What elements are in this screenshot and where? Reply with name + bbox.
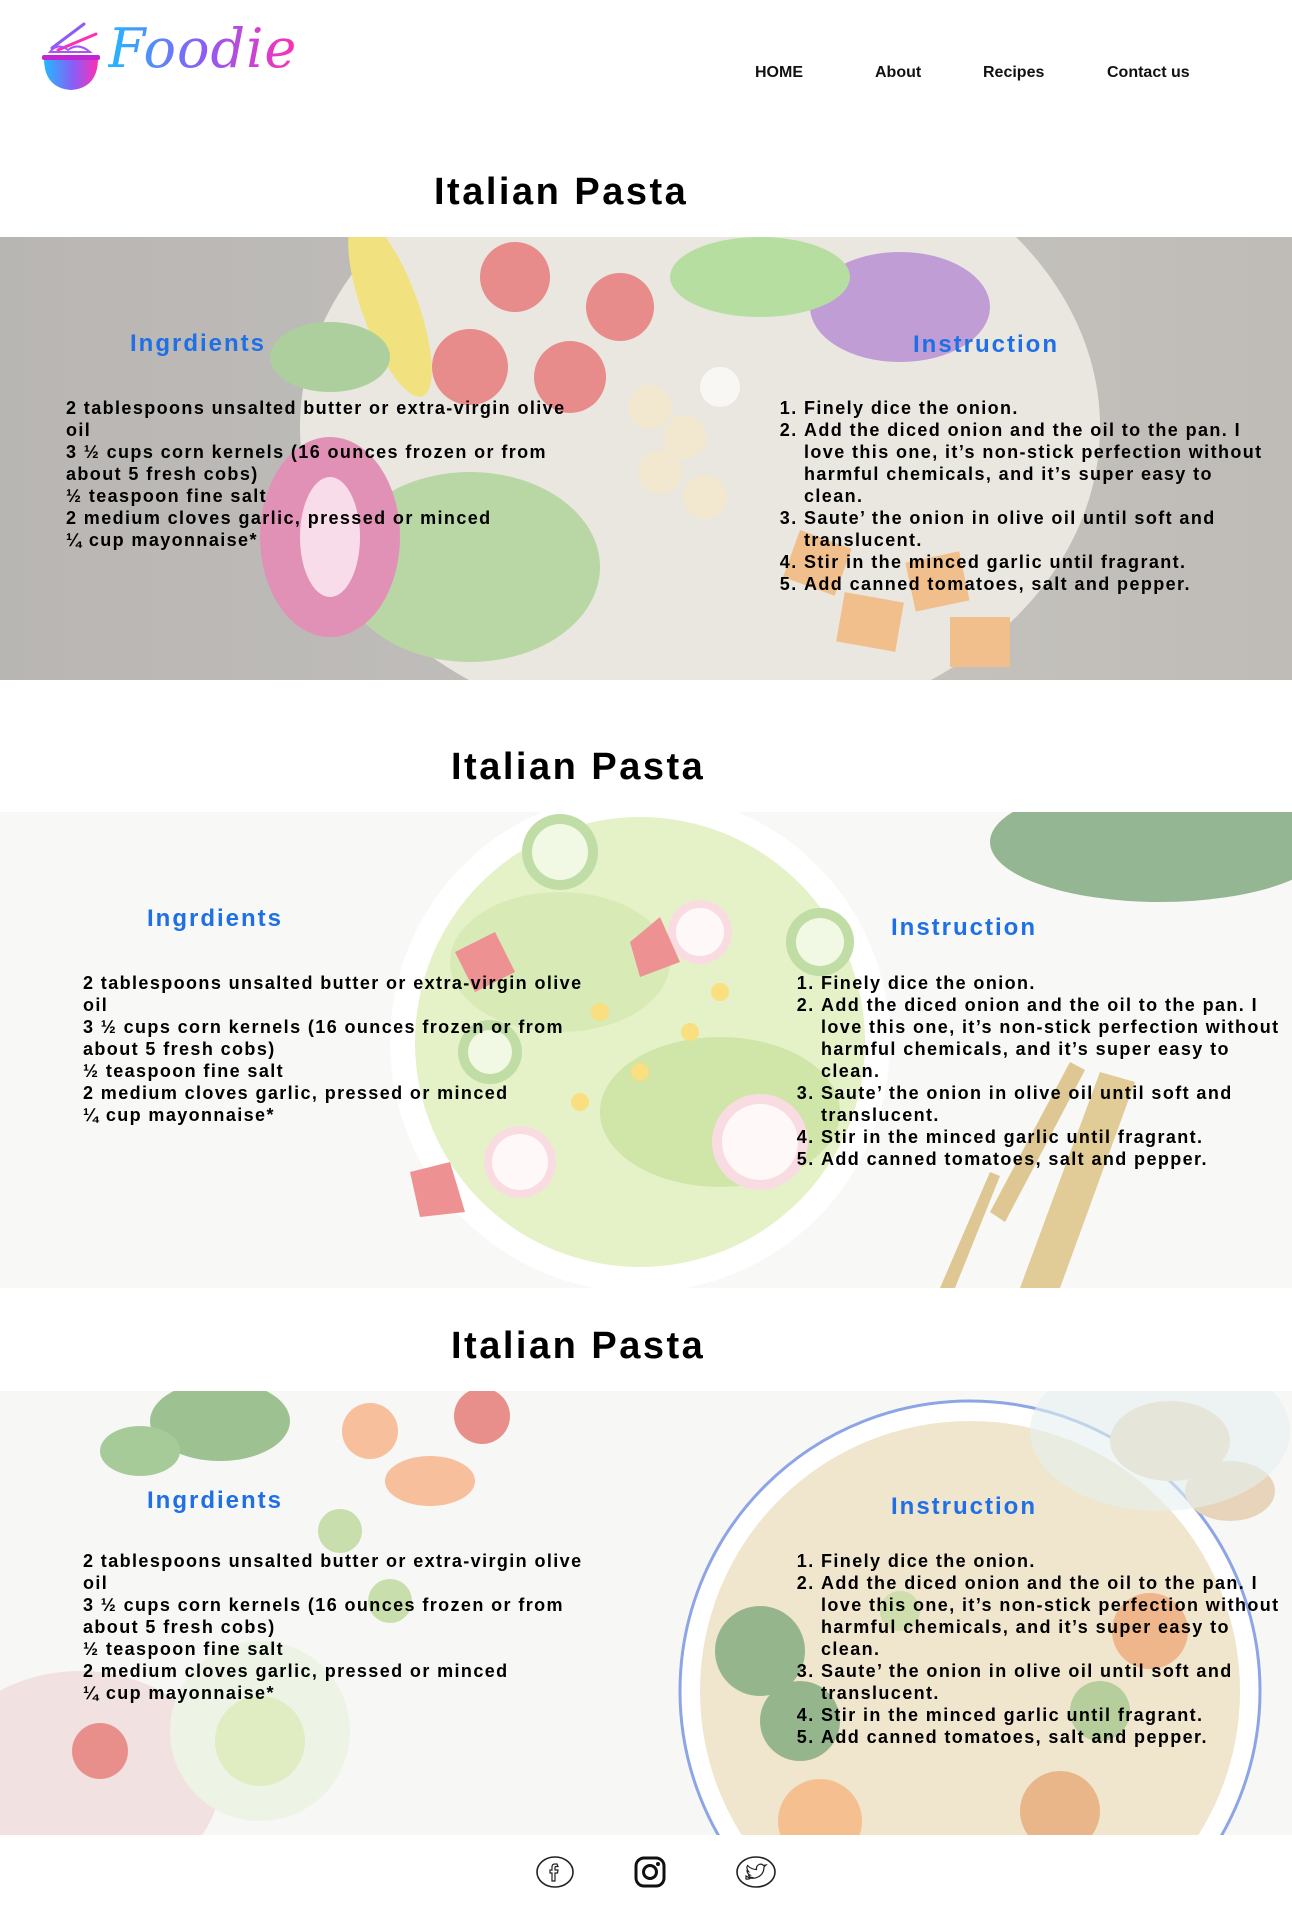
- list-item: ¼ cup mayonnaise*: [66, 530, 258, 550]
- list-item: 2 tablespoons unsalted butter or extra-v…: [83, 973, 583, 1015]
- list-item: 2 medium cloves garlic, pressed or mince…: [83, 1661, 509, 1681]
- instructions-list: Finely dice the onion. Add the diced oni…: [797, 972, 1281, 1170]
- nav-contact-link[interactable]: Contact us: [1107, 64, 1190, 82]
- nav-home-link[interactable]: HOME: [755, 64, 803, 82]
- list-item: ½ teaspoon fine salt: [66, 486, 268, 506]
- ingredients-list: 2 tablespoons unsalted butter or extra-v…: [66, 397, 576, 551]
- list-item: Finely dice the onion.: [821, 972, 1281, 994]
- list-item: Add canned tomatoes, salt and pepper.: [821, 1148, 1281, 1170]
- list-item: ½ teaspoon fine salt: [83, 1061, 285, 1081]
- list-item: Add the diced onion and the oil to the p…: [821, 1572, 1281, 1660]
- recipe-banner: Ingrdients Instruction 2 tablespoons uns…: [0, 1391, 1292, 1835]
- list-item: 3 ½ cups corn kernels (16 ounces frozen …: [83, 1595, 564, 1637]
- ingredients-heading: Ingrdients: [147, 1487, 284, 1514]
- instructions-list: Finely dice the onion. Add the diced oni…: [780, 397, 1264, 595]
- list-item: Saute’ the onion in olive oil until soft…: [821, 1082, 1281, 1126]
- twitter-icon[interactable]: [736, 1854, 776, 1890]
- list-item: Add the diced onion and the oil to the p…: [804, 419, 1264, 507]
- list-item: Saute’ the onion in olive oil until soft…: [804, 507, 1264, 551]
- list-item: Stir in the minced garlic until fragrant…: [821, 1704, 1281, 1726]
- list-item: ½ teaspoon fine salt: [83, 1639, 285, 1659]
- ingredients-list: 2 tablespoons unsalted butter or extra-v…: [83, 1550, 593, 1704]
- nav-recipes-link[interactable]: Recipes: [983, 64, 1044, 82]
- instruction-heading: Instruction: [891, 1493, 1037, 1520]
- facebook-icon[interactable]: [535, 1854, 575, 1890]
- main-nav: HOME About Recipes Contact us: [0, 64, 1292, 84]
- list-item: 3 ½ cups corn kernels (16 ounces frozen …: [83, 1017, 564, 1059]
- list-item: Add canned tomatoes, salt and pepper.: [821, 1726, 1281, 1748]
- ingredients-heading: Ingrdients: [130, 330, 267, 357]
- list-item: 2 medium cloves garlic, pressed or mince…: [66, 508, 492, 528]
- list-item: 2 tablespoons unsalted butter or extra-v…: [66, 398, 566, 440]
- list-item: 2 tablespoons unsalted butter or extra-v…: [83, 1551, 583, 1593]
- recipe-banner: Ingrdients Instruction 2 tablespoons uns…: [0, 237, 1292, 680]
- list-item: Finely dice the onion.: [804, 397, 1264, 419]
- ingredients-list: 2 tablespoons unsalted butter or extra-v…: [83, 972, 593, 1126]
- recipe-title: Italian Pasta: [434, 171, 689, 213]
- list-item: Finely dice the onion.: [821, 1550, 1281, 1572]
- list-item: ¼ cup mayonnaise*: [83, 1683, 275, 1703]
- recipe-title: Italian Pasta: [451, 1325, 706, 1367]
- instructions-list: Finely dice the onion. Add the diced oni…: [797, 1550, 1281, 1748]
- list-item: Add canned tomatoes, salt and pepper.: [804, 573, 1264, 595]
- list-item: Stir in the minced garlic until fragrant…: [804, 551, 1264, 573]
- list-item: ¼ cup mayonnaise*: [83, 1105, 275, 1125]
- recipe-title: Italian Pasta: [451, 746, 706, 788]
- instagram-icon[interactable]: [630, 1854, 670, 1890]
- nav-about-link[interactable]: About: [875, 64, 921, 82]
- list-item: 3 ½ cups corn kernels (16 ounces frozen …: [66, 442, 547, 484]
- list-item: Stir in the minced garlic until fragrant…: [821, 1126, 1281, 1148]
- list-item: 2 medium cloves garlic, pressed or mince…: [83, 1083, 509, 1103]
- ingredients-heading: Ingrdients: [147, 905, 284, 932]
- recipe-banner: Ingrdients Instruction 2 tablespoons uns…: [0, 812, 1292, 1288]
- list-item: Saute’ the onion in olive oil until soft…: [821, 1660, 1281, 1704]
- list-item: Add the diced onion and the oil to the p…: [821, 994, 1281, 1082]
- instruction-heading: Instruction: [891, 914, 1037, 941]
- instruction-heading: Instruction: [913, 331, 1059, 358]
